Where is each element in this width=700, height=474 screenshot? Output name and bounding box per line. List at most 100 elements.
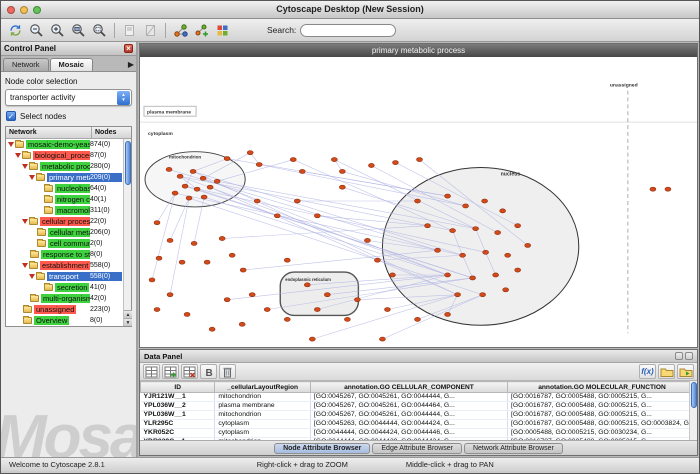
network-node[interactable]: [166, 167, 172, 171]
network-node[interactable]: [299, 169, 305, 173]
network-node[interactable]: [503, 288, 509, 292]
network-node[interactable]: [200, 176, 206, 180]
title-bar[interactable]: Cytoscape Desktop (New Session): [1, 1, 699, 19]
table-cell[interactable]: [GO:0045267, GO:0045261, GO:0044464, G..…: [310, 402, 507, 411]
table-cell[interactable]: [GO:0044444, GO:0044424, GO:0044446, G..…: [310, 429, 507, 438]
tree-row-nitrogen-compound[interactable]: nitrogen compound40(1): [6, 194, 131, 205]
create-attribute-button[interactable]: [162, 364, 179, 379]
column-header-annotation-go-molecular-function[interactable]: annotation.GO MOLECULAR_FUNCTION: [507, 382, 696, 393]
network-node[interactable]: [314, 214, 320, 218]
network-node[interactable]: [500, 209, 506, 213]
network-node[interactable]: [460, 253, 466, 257]
table-cell[interactable]: YDR039C__1: [141, 438, 215, 441]
tree-row-response-to-stimulus[interactable]: response to stimulus8(0): [6, 249, 131, 260]
tab-node-attribute-browser[interactable]: Node Attribute Browser: [274, 443, 370, 454]
table-row[interactable]: YLR295Ccytoplasm[GO:0045263, GO:0044444,…: [141, 420, 697, 429]
network-node[interactable]: [290, 158, 296, 162]
table-cell[interactable]: mitochondrion: [215, 438, 311, 441]
network-node[interactable]: [455, 293, 461, 297]
network-node[interactable]: [414, 317, 420, 321]
tab-scroll-right-icon[interactable]: [128, 61, 134, 69]
tab-network-attribute-browser[interactable]: Network Attribute Browser: [464, 443, 563, 454]
network-node[interactable]: [470, 276, 476, 280]
tree-row-cellular-process[interactable]: cellular process22(0): [6, 216, 131, 227]
network-node[interactable]: [191, 241, 197, 245]
tree-row-unassigned[interactable]: unassigned223(0): [6, 304, 131, 315]
tree-row-primary-metabolic-process[interactable]: primary metabolic process209(0): [6, 172, 131, 183]
network-node[interactable]: [495, 231, 501, 235]
layout-refresh-icon[interactable]: [5, 21, 26, 40]
tree-column-network[interactable]: Network: [6, 127, 92, 138]
column-header--cellularlayoutregion[interactable]: _cellularLayoutRegion: [215, 382, 311, 393]
network-node[interactable]: [264, 307, 270, 311]
network-node[interactable]: [184, 312, 190, 316]
network-node[interactable]: [379, 337, 385, 341]
table-cell[interactable]: YPL036W__1: [141, 411, 215, 420]
network-node[interactable]: [364, 238, 370, 242]
network-node[interactable]: [414, 199, 420, 203]
network-node[interactable]: [247, 151, 253, 155]
network-node[interactable]: [389, 273, 395, 277]
network-node[interactable]: [331, 158, 337, 162]
network-node[interactable]: [392, 160, 398, 164]
table-cell[interactable]: mitochondrion: [215, 411, 311, 420]
network-node[interactable]: [480, 293, 486, 297]
network-node[interactable]: [445, 312, 451, 316]
scroll-down-icon[interactable]: ▼: [124, 318, 132, 326]
network-node[interactable]: [240, 268, 246, 272]
dock-panel-icon[interactable]: [685, 352, 693, 360]
attribute-mode-button[interactable]: B: [200, 364, 217, 379]
network-node[interactable]: [339, 185, 345, 189]
expand-toggle-icon[interactable]: [22, 263, 28, 268]
table-cell[interactable]: cytoplasm: [215, 420, 311, 429]
table-cell[interactable]: [GO:0016787, GO:0005488, GO:0005215, G..…: [507, 438, 696, 441]
table-cell[interactable]: mitochondrion: [215, 393, 311, 402]
network-node[interactable]: [493, 273, 499, 277]
tree-row-macromolecule[interactable]: macromolecule311(0): [6, 205, 131, 216]
table-cell[interactable]: YLR295C: [141, 420, 215, 429]
tree-row-secretion[interactable]: secretion41(0): [6, 282, 131, 293]
table-scrollbar[interactable]: [689, 381, 697, 440]
attribute-table[interactable]: ID_cellularLayoutRegionannotation.GO CEL…: [140, 381, 697, 440]
network-node[interactable]: [294, 199, 300, 203]
table-cell[interactable]: [GO:0016787, GO:0005488, GO:0005215, GO:…: [507, 420, 696, 429]
search-input[interactable]: [300, 24, 396, 37]
tree-row-multi-organism-proc[interactable]: multi-organism proc42(0): [6, 293, 131, 304]
network-node[interactable]: [368, 163, 374, 167]
network-node[interactable]: [194, 187, 200, 191]
expand-toggle-icon[interactable]: [22, 164, 28, 169]
table-cell[interactable]: YPL036W__2: [141, 402, 215, 411]
tree-row-overview[interactable]: Overview8(0): [6, 315, 131, 326]
table-cell[interactable]: [GO:0045267, GO:0045261, GO:0044444, G..…: [310, 411, 507, 420]
import-network-icon[interactable]: [170, 21, 191, 40]
tree-scrollbar[interactable]: ▲ ▼: [123, 139, 131, 326]
scroll-up-icon[interactable]: ▲: [124, 310, 132, 318]
network-node[interactable]: [339, 169, 345, 173]
table-cell[interactable]: [GO:0016787, GO:0005488, GO:0005215, G..…: [507, 402, 696, 411]
control-panel-tab-mosaic[interactable]: Mosaic: [50, 58, 93, 71]
table-row[interactable]: YPL036W__1mitochondrion[GO:0045267, GO:0…: [141, 411, 697, 420]
network-node[interactable]: [515, 268, 521, 272]
tree-row-nucleobase-nucleo[interactable]: nucleobase, nucleo64(0): [6, 183, 131, 194]
zoom-out-icon[interactable]: [26, 21, 47, 40]
network-node[interactable]: [284, 317, 290, 321]
network-node[interactable]: [505, 253, 511, 257]
network-node[interactable]: [156, 256, 162, 260]
network-node[interactable]: [445, 273, 451, 277]
network-node[interactable]: [274, 214, 280, 218]
tree-row-establishment-of-loc[interactable]: establishment of loc558(0): [6, 260, 131, 271]
network-node[interactable]: [219, 236, 225, 240]
tree-column-nodes[interactable]: Nodes: [92, 127, 131, 138]
zoom-selected-icon[interactable]: [68, 21, 89, 40]
network-node[interactable]: [525, 243, 531, 247]
control-panel-tab-network[interactable]: Network: [3, 58, 49, 71]
vizmapper-icon[interactable]: [212, 21, 233, 40]
tab-edge-attribute-browser[interactable]: Edge Attribute Browser: [372, 443, 462, 454]
network-node[interactable]: [177, 174, 183, 178]
network-node[interactable]: [224, 298, 230, 302]
network-canvas[interactable]: plasma membranecytoplasmmitochondrionnuc…: [140, 57, 697, 347]
scrollbar-thumb[interactable]: [125, 141, 131, 185]
network-node[interactable]: [665, 187, 671, 191]
network-node[interactable]: [239, 322, 245, 326]
network-node[interactable]: [204, 260, 210, 264]
